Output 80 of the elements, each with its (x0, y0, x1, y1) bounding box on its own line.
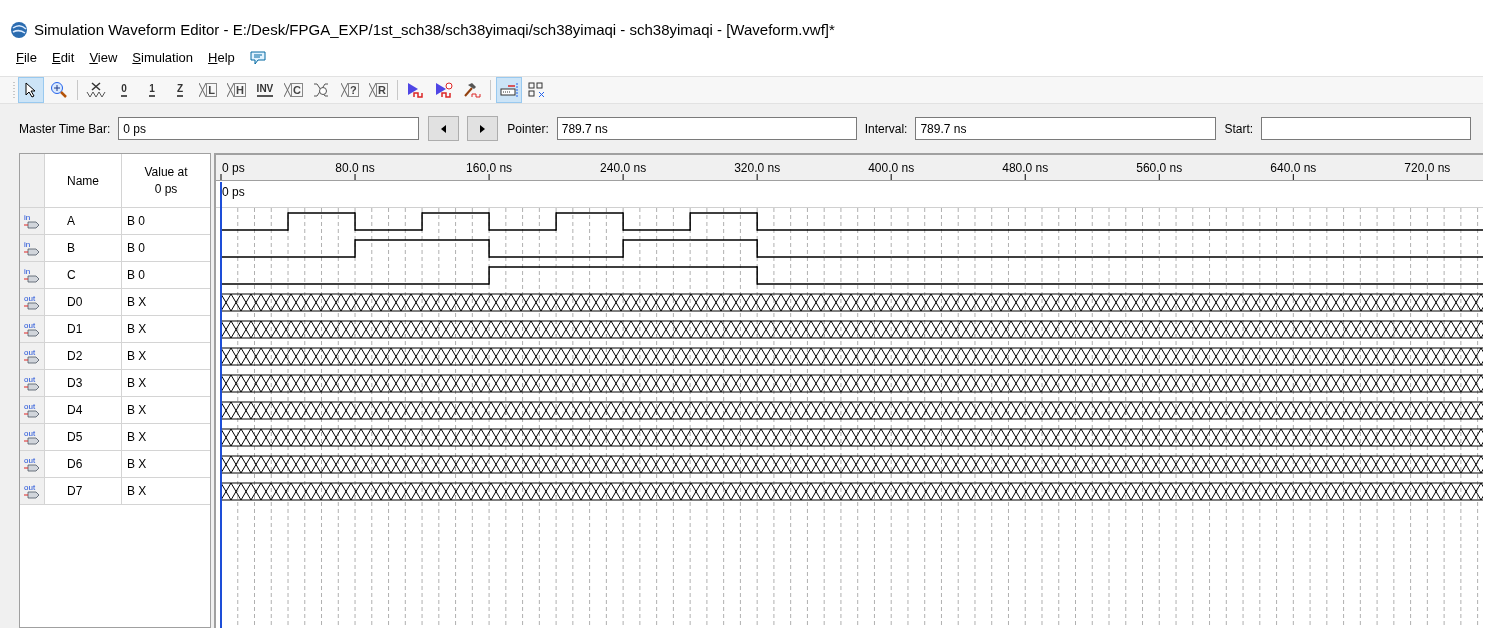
signal-value: B X (126, 456, 148, 473)
time-tick: 80.0 ns (335, 161, 375, 181)
right-arrow-icon (480, 124, 486, 133)
signal-name: D4 (45, 397, 122, 423)
column-header: Value at 0 ps (143, 163, 189, 198)
signal-name: D3 (45, 370, 122, 396)
signal-value: B X (126, 483, 148, 500)
toolbar-grip-icon (12, 80, 16, 100)
column-header: Name (45, 154, 122, 207)
unknown-value-icon (86, 81, 106, 99)
waveform-value-button[interactable]: H (223, 78, 250, 102)
transition-icon (227, 82, 234, 98)
transition-icon (368, 82, 376, 98)
menu-item[interactable]: Edit (51, 47, 75, 68)
signal-name: C (45, 262, 122, 288)
signal-name: D2 (45, 343, 122, 369)
tool-button[interactable] (495, 77, 522, 103)
text-field[interactable] (1261, 117, 1472, 140)
text-field[interactable]: 0 ps (118, 117, 420, 140)
comment-icon[interactable] (249, 50, 266, 65)
transition-icon (199, 82, 207, 98)
cursor-time-label: 0 ps (222, 185, 245, 199)
signal-value: B X (126, 348, 148, 365)
snap-to-grid-icon (498, 81, 519, 99)
menu-item[interactable]: Simulation (132, 47, 194, 68)
signal-value: B 0 (126, 267, 146, 284)
waveform-value-button[interactable]: 0 (111, 78, 137, 102)
pointer-icon (25, 82, 37, 98)
time-tick: 0 ps (220, 161, 245, 181)
waveform-value-button[interactable]: Z (167, 78, 193, 102)
time-tick: 160.0 ns (466, 161, 513, 181)
text-field[interactable]: 789.7 ns (915, 117, 1217, 140)
zoom-icon (50, 81, 68, 99)
signal-value: B X (126, 321, 148, 338)
previous-button[interactable] (428, 116, 460, 141)
time-tick: 640.0 ns (1270, 161, 1317, 181)
signal-value: B X (126, 402, 148, 419)
field-label: Interval: (864, 120, 908, 138)
signal-value: B X (126, 429, 148, 446)
signal-name: D7 (45, 478, 122, 504)
hammer-icon (461, 81, 482, 99)
menu-item[interactable]: View (89, 47, 118, 68)
menu-item[interactable]: Help (208, 47, 235, 68)
time-tick: 240.0 ns (600, 161, 647, 181)
signal-name: D5 (45, 424, 122, 450)
waveform-value-button[interactable]: 1 (139, 78, 165, 102)
simulation-icon (405, 81, 426, 99)
waveform-value-button[interactable]: ? (336, 78, 363, 102)
signal-name: A (45, 208, 122, 234)
time-tick: 400.0 ns (868, 161, 915, 181)
transition-icon (341, 82, 349, 98)
waveform-value-button[interactable]: R (364, 78, 392, 102)
signal-name: B (45, 235, 122, 261)
next-button[interactable] (467, 116, 499, 141)
field-label: Pointer: (507, 120, 549, 138)
menu-item[interactable]: File (16, 47, 37, 68)
time-tick: 560.0 ns (1136, 161, 1183, 181)
transition-icon (283, 82, 291, 98)
field-label: Start: (1224, 120, 1254, 138)
text-field[interactable]: 789.7 ns (556, 117, 857, 140)
signal-value: B 0 (126, 240, 146, 257)
field-label: Master Time Bar: (19, 120, 111, 138)
signal-name: D1 (45, 316, 122, 342)
time-tick: 720.0 ns (1404, 161, 1451, 181)
signal-value: B X (126, 294, 148, 311)
window-title: Simulation Waveform Editor - E:/Desk/FPGA_EXP/1st_sch38/sch38yimaqi/sch38yimaqi - sch38yimaqi - [Waveform.vwf]* (34, 19, 835, 40)
waveform-value-button[interactable]: L (195, 78, 221, 102)
left-arrow-icon (441, 124, 447, 133)
pointer-button[interactable] (18, 77, 44, 103)
signal-value: B X (126, 375, 148, 392)
signal-name: D6 (45, 451, 122, 477)
waveform-value-button[interactable]: INV (251, 78, 278, 102)
signal-value: B 0 (126, 213, 146, 230)
time-tick: 480.0 ns (1002, 161, 1049, 181)
timed-simulation-icon (433, 81, 454, 99)
signal-name: D0 (45, 289, 122, 315)
grid-icon (526, 81, 547, 99)
waveform-value-button[interactable]: C (279, 78, 307, 102)
app-logo-icon (10, 21, 28, 39)
time-tick: 320.0 ns (734, 161, 781, 181)
